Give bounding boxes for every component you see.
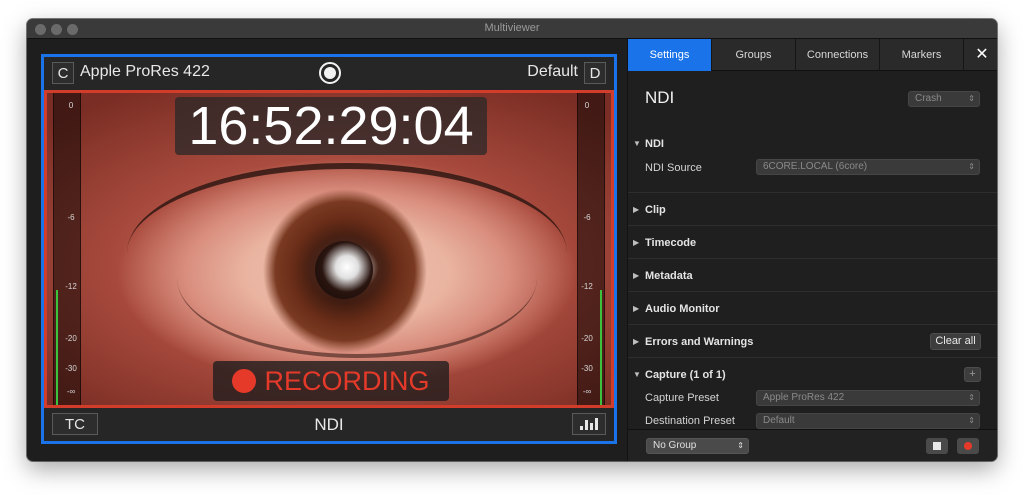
panel-title: NDI: [645, 88, 675, 107]
audio-meter-left: 0 -6 -12 -20 -30 -∞: [53, 93, 81, 405]
close-panel-icon[interactable]: ✕: [972, 45, 992, 65]
ndi-source-value: 6CORE.LOCAL (6core): [763, 161, 868, 172]
recording-badge: RECORDING: [213, 361, 449, 401]
group-select-value: No Group: [653, 440, 697, 451]
capture-preset-value: Apple ProRes 422: [763, 392, 845, 403]
caret-right-icon[interactable]: ▶: [633, 337, 639, 346]
updown-icon: ⇕: [968, 416, 975, 425]
stop-icon: [933, 442, 941, 450]
section-header[interactable]: Capture (1 of 1): [645, 369, 726, 381]
inspector-panel: Settings Groups Connections Markers ✕ ND…: [627, 39, 997, 461]
meter-tick: -20: [65, 334, 77, 343]
recording-dot-icon: [232, 369, 257, 393]
meter-tick: 0: [584, 101, 590, 110]
caret-right-icon[interactable]: ▶: [633, 205, 639, 214]
section-header[interactable]: Timecode: [645, 237, 696, 249]
multiviewer-window: Multiviewer C Apple ProRes 422 Default D…: [27, 19, 997, 461]
section-header[interactable]: Metadata: [645, 270, 693, 282]
caret-down-icon[interactable]: ▼: [633, 370, 641, 379]
caret-right-icon[interactable]: ▶: [633, 304, 639, 313]
updown-icon: ⇕: [737, 441, 744, 450]
title-bar: Multiviewer: [27, 19, 997, 39]
viewer-top-bar: C Apple ProRes 422 Default D: [44, 57, 614, 90]
video-preview: 0 -6 -12 -20 -30 -∞ 0 -6 -12 -20 -30 -∞ …: [44, 90, 614, 408]
crash-select[interactable]: Crash ⇕: [908, 91, 980, 107]
section-ndi: ▼ NDI NDI Source 6CORE.LOCAL (6core) ⇕: [628, 119, 997, 193]
meter-tick: -30: [581, 364, 593, 373]
meter-tick: -12: [65, 282, 77, 291]
meter-tick: -6: [67, 213, 75, 222]
timecode-overlay: 16:52:29:04: [175, 97, 487, 155]
meter-tick: -20: [581, 334, 593, 343]
meter-tick: -∞: [66, 387, 76, 396]
caret-right-icon[interactable]: ▶: [633, 271, 639, 280]
preset-label: Default: [527, 63, 578, 80]
viewer-bottom-bar: TC NDI: [44, 408, 614, 441]
add-capture-button[interactable]: +: [964, 367, 981, 382]
meter-tick: -6: [583, 213, 591, 222]
bar-chart-icon: [580, 418, 598, 430]
capture-preset-label: Capture Preset: [645, 392, 719, 404]
record-icon: [324, 67, 336, 79]
window-title: Multiviewer: [484, 22, 540, 34]
meter-tick: -30: [65, 364, 77, 373]
section-header[interactable]: Errors and Warnings: [645, 336, 753, 348]
tab-groups[interactable]: Groups: [712, 39, 796, 71]
ndi-source-label: NDI Source: [645, 162, 702, 174]
meter-tick: -12: [581, 282, 593, 291]
tab-connections[interactable]: Connections: [796, 39, 880, 71]
section-timecode: ▶ Timecode: [628, 226, 997, 259]
clear-all-button[interactable]: Clear all: [930, 333, 981, 350]
updown-icon: ⇕: [968, 94, 975, 103]
section-clip: ▶ Clip: [628, 193, 997, 226]
capture-preset-select[interactable]: Apple ProRes 422 ⇕: [756, 390, 980, 406]
group-select[interactable]: No Group ⇕: [646, 438, 749, 454]
codec-label: Apple ProRes 422: [80, 63, 210, 80]
audio-meters-button[interactable]: [572, 413, 606, 435]
panel-footer: No Group ⇕: [628, 429, 997, 461]
ndi-source-select[interactable]: 6CORE.LOCAL (6core) ⇕: [756, 159, 980, 175]
record-button[interactable]: [957, 438, 979, 454]
d-button[interactable]: D: [584, 62, 606, 84]
section-metadata: ▶ Metadata: [628, 259, 997, 292]
audio-meter-right: 0 -6 -12 -20 -30 -∞: [577, 93, 605, 405]
crash-select-value: Crash: [915, 93, 942, 104]
section-header[interactable]: NDI: [645, 138, 664, 150]
tab-settings[interactable]: Settings: [628, 39, 712, 71]
eye-upper-lid: [127, 163, 567, 253]
meter-tick: -∞: [582, 387, 592, 396]
meter-tick: 0: [68, 101, 74, 110]
section-errors-warnings: ▶ Errors and Warnings Clear all: [628, 325, 997, 358]
eye-pupil: [315, 241, 373, 299]
stop-button[interactable]: [926, 438, 948, 454]
tab-markers[interactable]: Markers: [880, 39, 964, 71]
updown-icon: ⇕: [968, 162, 975, 171]
viewer-tile[interactable]: C Apple ProRes 422 Default D 0 -6 -12 -2…: [41, 54, 617, 444]
caret-down-icon[interactable]: ▼: [633, 139, 641, 148]
section-capture: ▼ Capture (1 of 1) + Capture Preset Appl…: [628, 358, 997, 429]
destination-preset-select[interactable]: Default ⇕: [756, 413, 980, 429]
updown-icon: ⇕: [968, 393, 975, 402]
destination-preset-label: Destination Preset: [645, 415, 735, 427]
source-name: NDI: [314, 415, 344, 434]
tab-bar: Settings Groups Connections Markers ✕: [628, 39, 997, 71]
record-dot-icon: [964, 442, 972, 450]
section-audio-monitor: ▶ Audio Monitor: [628, 292, 997, 325]
recording-label: RECORDING: [264, 365, 430, 396]
c-button[interactable]: C: [52, 62, 74, 84]
destination-preset-value: Default: [763, 415, 795, 426]
caret-right-icon[interactable]: ▶: [633, 238, 639, 247]
section-header[interactable]: Audio Monitor: [645, 303, 720, 315]
section-header[interactable]: Clip: [645, 204, 666, 216]
record-toggle-button[interactable]: [319, 62, 341, 84]
